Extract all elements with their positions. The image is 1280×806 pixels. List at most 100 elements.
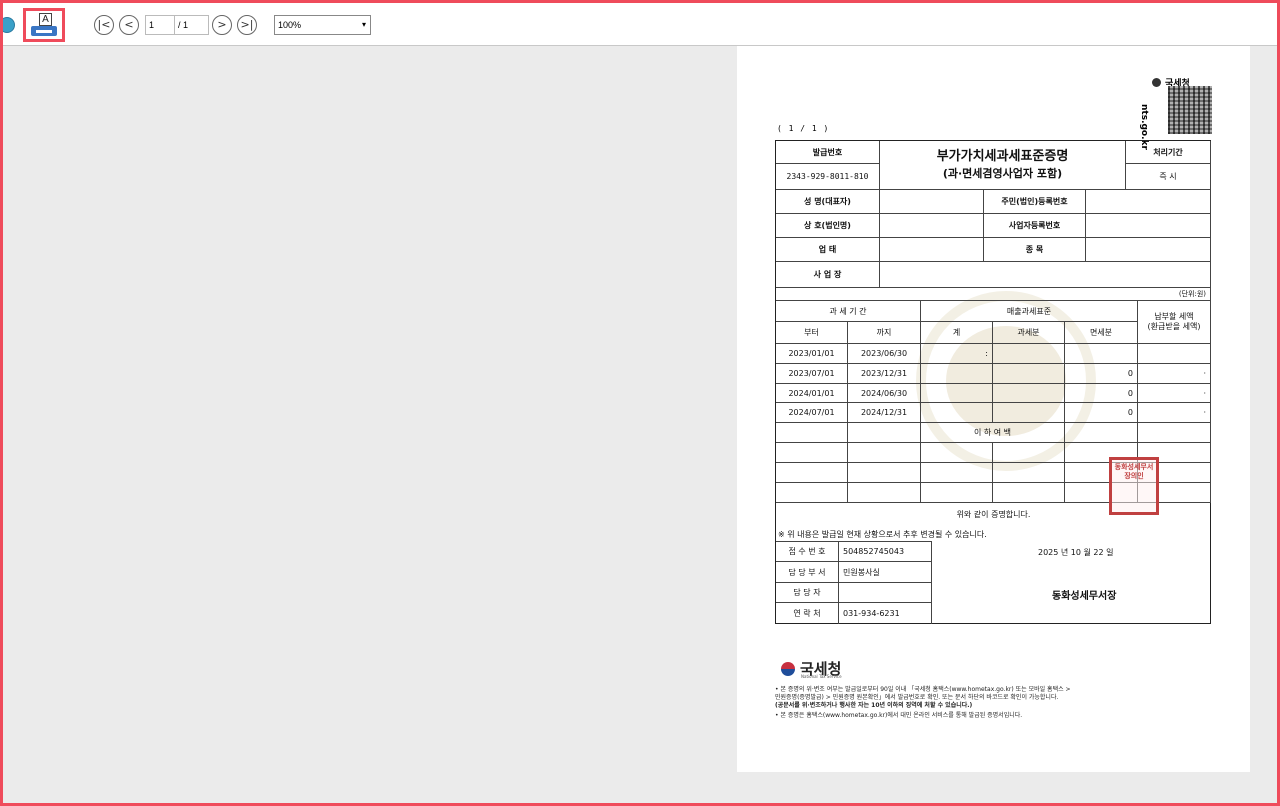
officer-label: 담 당 자 xyxy=(776,583,839,603)
issue-number-label: 발급번호 xyxy=(776,141,880,164)
document-page: 국세청 nts.go.kr ( 1 / 1 ) 발급번호 2343-929-80… xyxy=(737,46,1250,772)
blank-cell xyxy=(1065,423,1138,443)
resident-number-value xyxy=(1086,190,1211,214)
table-row-to: 2023/12/31 xyxy=(848,364,921,384)
blank-cell xyxy=(848,483,921,503)
office-name: 동화성세무서장 xyxy=(1052,591,1117,602)
col-from: 부터 xyxy=(776,322,848,344)
company-name-value xyxy=(880,214,984,238)
col-taxable: 과세분 xyxy=(993,322,1065,344)
table-row-payable xyxy=(1138,344,1211,364)
table-row-taxable xyxy=(993,403,1065,423)
print-letter-icon: A xyxy=(39,13,52,26)
viewer-toolbar: A |< < 1 / 1 > >| 100% ▾ xyxy=(0,3,1277,46)
blank-cell xyxy=(921,463,993,483)
contact-value: 031-934-6231 xyxy=(839,603,932,624)
blank-cell xyxy=(848,423,921,443)
receipt-label: 접 수 번 호 xyxy=(776,541,839,562)
first-page-button[interactable]: |< xyxy=(94,15,114,35)
table-row-taxable xyxy=(993,364,1065,384)
business-reg-value xyxy=(1086,214,1211,238)
printer-slot xyxy=(36,30,52,33)
table-row-to: 2024/12/31 xyxy=(848,403,921,423)
blank-cell xyxy=(776,423,848,443)
company-name-label: 상 호(법인명) xyxy=(776,214,880,238)
page-total: / 1 xyxy=(175,15,209,35)
sales-base-header: 매출과세표준 xyxy=(921,301,1138,322)
table-row-total xyxy=(921,364,993,384)
footer-logo-sub: National Tax Service xyxy=(801,674,842,679)
table-row-from: 2023/01/01 xyxy=(776,344,848,364)
table-row-from: 2024/01/01 xyxy=(776,384,848,403)
rep-name-label: 성 명(대표자) xyxy=(776,190,880,214)
blank-cell xyxy=(776,483,848,503)
tax-period-header: 과 세 기 간 xyxy=(776,301,921,322)
document-viewport[interactable]: 국세청 nts.go.kr ( 1 / 1 ) 발급번호 2343-929-80… xyxy=(3,46,1277,803)
business-item-value xyxy=(1086,238,1211,262)
col-to: 까지 xyxy=(848,322,921,344)
page-count: ( 1 / 1 ) xyxy=(777,124,830,133)
certificate-form: 발급번호 2343-929-8011-810 부가가치세과세표준증명 (과·면세… xyxy=(775,140,1211,624)
rep-name-value xyxy=(880,190,984,214)
receipt-number: 504852745043 xyxy=(839,541,932,562)
table-row-payable: · xyxy=(1138,403,1211,423)
prev-page-button[interactable]: < xyxy=(119,15,139,35)
table-row-taxable xyxy=(993,344,1065,364)
table-row-to: 2024/06/30 xyxy=(848,384,921,403)
dept-label: 담 당 부 서 xyxy=(776,562,839,583)
table-row-from: 2023/07/01 xyxy=(776,364,848,384)
business-type-value xyxy=(880,238,984,262)
issue-date: 2025 년 10 월 22 일 xyxy=(1038,548,1114,557)
footnote-3: (공문서를 위·변조하거나 행사한 자는 10년 이하의 징역에 처할 수 있습… xyxy=(775,702,973,709)
table-row-from: 2024/07/01 xyxy=(776,403,848,423)
official-seal: 동화성세무서장의인 xyxy=(1109,457,1159,515)
issue-number: 2343-929-8011-810 xyxy=(776,164,880,190)
document-title: 부가가치세과세표준증명 (과·면세겸영사업자 포함) xyxy=(880,141,1126,190)
processing-period-label: 처리기간 xyxy=(1126,141,1211,164)
officer-value xyxy=(839,583,932,603)
page-number-input[interactable]: 1 xyxy=(145,15,175,35)
table-row-exempt: 0 xyxy=(1065,364,1138,384)
blank-cell xyxy=(848,443,921,463)
table-row-payable: · xyxy=(1138,364,1211,384)
table-row-total xyxy=(921,384,993,403)
blank-cell xyxy=(921,483,993,503)
table-row-payable: · xyxy=(1138,384,1211,403)
blank-cell xyxy=(993,483,1065,503)
table-row-total: : xyxy=(921,344,993,364)
blank-cell xyxy=(993,463,1065,483)
chevron-down-icon: ▾ xyxy=(361,20,366,29)
col-total: 계 xyxy=(921,322,993,344)
col-exempt: 면세분 xyxy=(1065,322,1138,344)
address-label: 사 업 장 xyxy=(776,262,880,288)
blank-cell xyxy=(993,443,1065,463)
address-value xyxy=(880,262,1211,288)
blank-note: 이 하 여 백 xyxy=(921,423,1065,443)
table-row-exempt xyxy=(1065,344,1138,364)
table-row-taxable xyxy=(993,384,1065,403)
agency-emblem-icon xyxy=(1152,78,1161,87)
business-reg-label: 사업자등록번호 xyxy=(984,214,1086,238)
zoom-value: 100% xyxy=(278,20,302,30)
dept-value: 민원봉사실 xyxy=(839,562,932,583)
last-page-button[interactable]: >| xyxy=(237,15,257,35)
zoom-select[interactable]: 100% ▾ xyxy=(274,15,371,35)
blank-cell xyxy=(776,463,848,483)
blank-cell xyxy=(776,443,848,463)
payable-header: 납부할 세액 (환급받을 세액) xyxy=(1138,301,1211,344)
table-row-total xyxy=(921,403,993,423)
resident-number-label: 주민(법인)등록번호 xyxy=(984,190,1086,214)
refresh-icon[interactable] xyxy=(0,17,15,33)
unit-label: (단위:원) xyxy=(776,288,1211,301)
taegeuk-icon xyxy=(781,662,795,676)
business-type-label: 업 태 xyxy=(776,238,880,262)
next-page-button[interactable]: > xyxy=(212,15,232,35)
business-item-label: 종 목 xyxy=(984,238,1086,262)
table-row-exempt: 0 xyxy=(1065,403,1138,423)
table-row-to: 2023/06/30 xyxy=(848,344,921,364)
qr-code xyxy=(1168,86,1212,134)
processing-period: 즉 시 xyxy=(1126,164,1211,190)
print-button[interactable]: A xyxy=(23,8,65,42)
blank-cell xyxy=(1138,423,1211,443)
notice-text: ※ 위 내용은 발급일 현재 상황으로서 추후 변경될 수 있습니다. xyxy=(778,530,987,539)
